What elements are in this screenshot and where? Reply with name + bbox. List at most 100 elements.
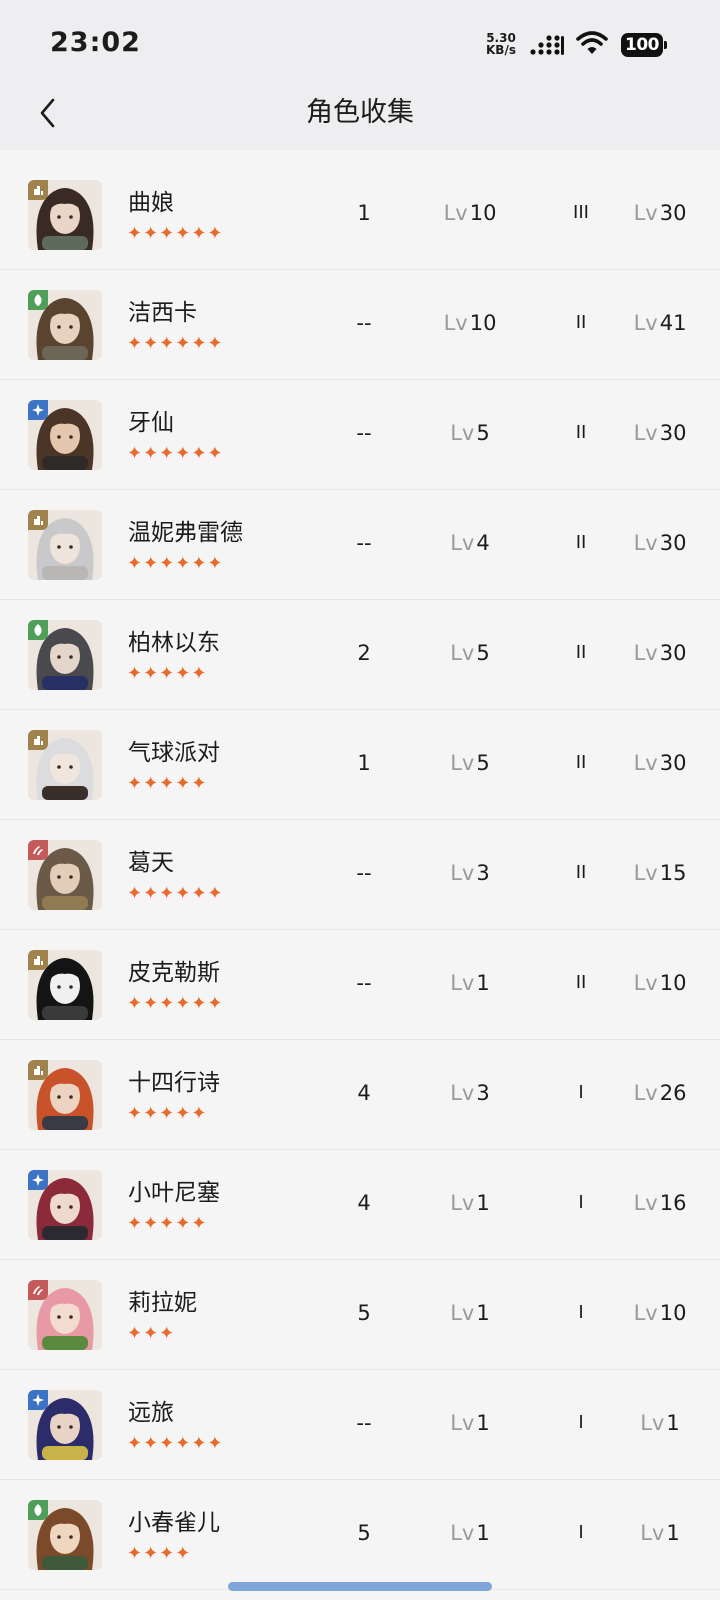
- level: Lv1: [420, 1190, 520, 1216]
- character-name: 莉拉妮: [128, 1290, 197, 1316]
- rank: II: [575, 422, 587, 443]
- level-prefix: Lv: [633, 421, 658, 445]
- secondary-level-value: 26: [659, 1081, 687, 1105]
- secondary-level: Lv30: [620, 420, 700, 446]
- signal-icon: [530, 35, 564, 55]
- element-icon: [32, 1174, 44, 1186]
- character-avatar: [28, 950, 102, 1020]
- duplicate-count: 2: [357, 641, 371, 665]
- level: Lv1: [420, 1300, 520, 1326]
- level-prefix: Lv: [633, 641, 658, 665]
- star-rating: ✦✦✦✦✦✦: [127, 553, 224, 574]
- character-row-3[interactable]: 牙仙 ✦✦✦✦✦✦ -- Lv5 II Lv30: [0, 380, 720, 490]
- level-value: 1: [476, 1191, 490, 1215]
- duplicate-count: --: [356, 971, 372, 995]
- page-title: 角色收集: [306, 97, 414, 128]
- element-icon: [34, 186, 43, 195]
- header: 角色收集: [0, 80, 720, 150]
- duplicate-count: 5: [357, 1301, 371, 1325]
- level-prefix: Lv: [450, 1081, 475, 1105]
- level-prefix: Lv: [633, 861, 658, 885]
- rank: II: [575, 312, 587, 333]
- level-value: 1: [476, 1301, 490, 1325]
- character-avatar: [28, 840, 102, 910]
- character-row-10[interactable]: 小叶尼塞 ✦✦✦✦✦ 4 Lv1 I Lv16: [0, 1150, 720, 1260]
- duplicate-count: 5: [357, 1521, 371, 1545]
- duplicate-count: 4: [357, 1191, 371, 1215]
- character-row-6[interactable]: 气球派对 ✦✦✦✦✦ 1 Lv5 II Lv30: [0, 710, 720, 820]
- character-avatar: [28, 290, 102, 360]
- duplicate-count: --: [356, 531, 372, 555]
- network-speed: 5.30 KB/s: [486, 32, 516, 56]
- character-row-5[interactable]: 柏林以东 ✦✦✦✦✦ 2 Lv5 II Lv30: [0, 600, 720, 710]
- character-avatar: [28, 1390, 102, 1460]
- character-row-1[interactable]: 曲娘 ✦✦✦✦✦✦ 1 Lv10 III Lv30: [0, 160, 720, 270]
- level-prefix: Lv: [450, 1521, 475, 1545]
- secondary-level: Lv30: [620, 750, 700, 776]
- level-value: 1: [476, 971, 490, 995]
- level-value: 1: [476, 1521, 490, 1545]
- level: Lv1: [420, 970, 520, 996]
- home-indicator[interactable]: [228, 1582, 492, 1591]
- level: Lv1: [420, 1410, 520, 1436]
- character-row-4[interactable]: 温妮弗雷德 ✦✦✦✦✦✦ -- Lv4 II Lv30: [0, 490, 720, 600]
- level-prefix: Lv: [633, 311, 658, 335]
- secondary-level-value: 10: [659, 1301, 687, 1325]
- level: Lv10: [420, 200, 520, 226]
- secondary-level-value: 15: [659, 861, 687, 885]
- secondary-level: Lv30: [620, 200, 700, 226]
- level-prefix: Lv: [640, 1521, 665, 1545]
- character-name: 柏林以东: [128, 630, 220, 656]
- character-row-12[interactable]: 远旅 ✦✦✦✦✦✦ -- Lv1 I Lv1: [0, 1370, 720, 1480]
- level: Lv3: [420, 1080, 520, 1106]
- character-avatar: [28, 1060, 102, 1130]
- rank: II: [575, 862, 587, 883]
- level-value: 3: [476, 861, 490, 885]
- level-prefix: Lv: [633, 531, 658, 555]
- level-prefix: Lv: [633, 1301, 658, 1325]
- star-rating: ✦✦✦✦✦✦: [127, 333, 224, 354]
- level-value: 1: [476, 1411, 490, 1435]
- wifi-icon: [576, 31, 608, 54]
- battery-level: 100: [621, 33, 663, 57]
- star-rating: ✦✦✦✦✦: [127, 663, 208, 684]
- level-prefix: Lv: [633, 971, 658, 995]
- character-name: 小叶尼塞: [128, 1180, 220, 1206]
- rank: III: [573, 202, 589, 223]
- level: Lv5: [420, 750, 520, 776]
- character-name: 十四行诗: [128, 1070, 220, 1096]
- star-rating: ✦✦✦: [127, 1323, 176, 1344]
- secondary-level: Lv15: [620, 860, 700, 886]
- level-prefix: Lv: [633, 1081, 658, 1105]
- character-row-2[interactable]: 洁西卡 ✦✦✦✦✦✦ -- Lv10 II Lv41: [0, 270, 720, 380]
- character-row-8[interactable]: 皮克勒斯 ✦✦✦✦✦✦ -- Lv1 II Lv10: [0, 930, 720, 1040]
- rank: I: [578, 1412, 584, 1433]
- character-name: 曲娘: [128, 190, 174, 216]
- element-badge: [28, 1500, 48, 1520]
- character-name: 洁西卡: [128, 300, 197, 326]
- level-prefix: Lv: [450, 1191, 475, 1215]
- secondary-level-value: 1: [666, 1411, 680, 1435]
- element-badge: [28, 1170, 48, 1190]
- duplicate-count: 1: [357, 751, 371, 775]
- character-row-11[interactable]: 莉拉妮 ✦✦✦ 5 Lv1 I Lv10: [0, 1260, 720, 1370]
- level-prefix: Lv: [450, 421, 475, 445]
- level-prefix: Lv: [450, 531, 475, 555]
- character-name: 气球派对: [128, 740, 220, 766]
- character-name: 牙仙: [128, 410, 174, 436]
- element-icon: [34, 1504, 42, 1516]
- element-badge: [28, 400, 48, 420]
- duplicate-count: --: [356, 311, 372, 335]
- character-row-9[interactable]: 十四行诗 ✦✦✦✦✦ 4 Lv3 I Lv26: [0, 1040, 720, 1150]
- character-name: 温妮弗雷德: [128, 520, 243, 546]
- element-badge: [28, 1060, 48, 1080]
- level-prefix: Lv: [640, 1411, 665, 1435]
- element-badge: [28, 510, 48, 530]
- status-bar: 23:02 5.30 KB/s 100: [0, 0, 720, 80]
- element-icon: [34, 516, 43, 525]
- character-row-7[interactable]: 葛天 ✦✦✦✦✦✦ -- Lv3 II Lv15: [0, 820, 720, 930]
- character-avatar: [28, 400, 102, 470]
- element-icon: [33, 1286, 43, 1295]
- character-row-13[interactable]: 小春雀儿 ✦✦✦✦ 5 Lv1 I Lv1: [0, 1480, 720, 1590]
- secondary-level-value: 10: [659, 971, 687, 995]
